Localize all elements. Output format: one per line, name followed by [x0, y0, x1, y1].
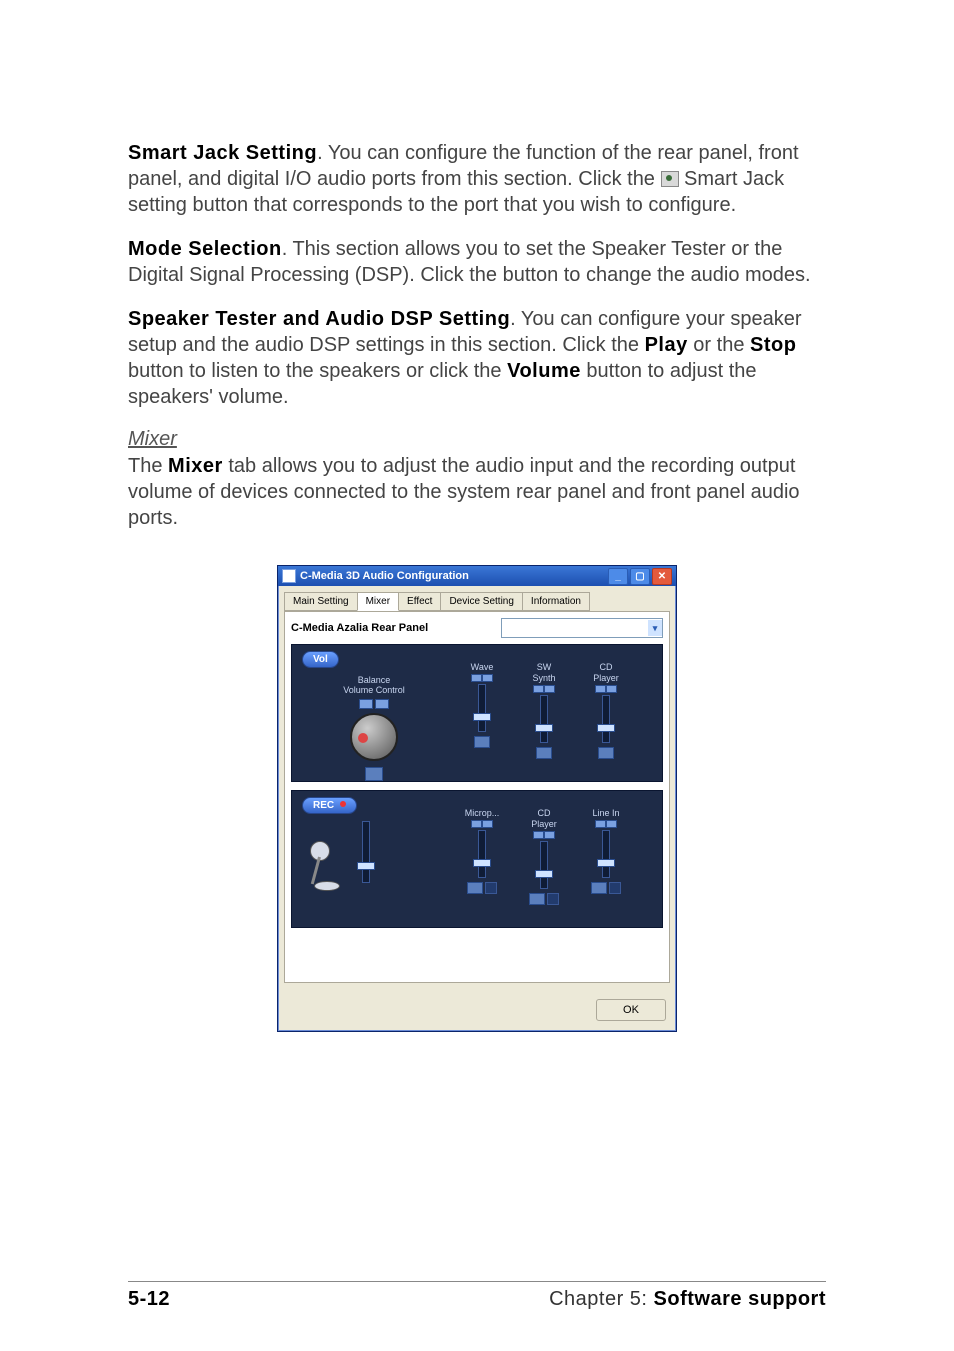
heading-smart-jack: Smart Jack Setting	[128, 142, 317, 164]
channel-volume-slider[interactable]	[540, 841, 548, 889]
channel-balance[interactable]	[595, 820, 617, 828]
playback-panel: Vol Balance Volume Control Wave	[291, 644, 663, 782]
channel-balance[interactable]	[533, 831, 555, 839]
heading-mode-selection: Mode Selection	[128, 238, 282, 260]
kw-play: Play	[645, 334, 688, 356]
channel-label: Line In	[586, 809, 626, 818]
channel-mute-button[interactable]	[474, 736, 490, 748]
channel-sw-synth: SW Synth	[524, 663, 564, 759]
channel-balance[interactable]	[471, 820, 493, 828]
master-mute-button[interactable]	[365, 767, 383, 781]
window-title: C-Media 3D Audio Configuration	[300, 570, 608, 582]
app-window: C-Media 3D Audio Configuration _ ▢ ✕ Mai…	[277, 565, 677, 1032]
balance-label: Balance	[304, 675, 444, 685]
chevron-down-icon: ▾	[648, 620, 662, 636]
titlebar: C-Media 3D Audio Configuration _ ▢ ✕	[278, 566, 676, 586]
tab-information[interactable]: Information	[522, 592, 590, 611]
master-volume-area: Balance Volume Control	[304, 675, 444, 781]
channel-sublabel: Player	[524, 820, 564, 829]
record-channels: Microp... CD Player	[462, 809, 626, 905]
close-button[interactable]: ✕	[652, 568, 672, 585]
mixer-window-image: C-Media 3D Audio Configuration _ ▢ ✕ Mai…	[277, 565, 677, 1032]
maximize-button[interactable]: ▢	[630, 568, 650, 585]
tabs: Main Setting Mixer Effect Device Setting…	[284, 592, 670, 611]
para4-text-a: The	[128, 455, 168, 477]
tab-main-setting[interactable]: Main Setting	[284, 592, 358, 611]
tab-effect[interactable]: Effect	[398, 592, 441, 611]
channel-label: CD	[586, 663, 626, 672]
channel-mute-button[interactable]	[598, 747, 614, 759]
record-master-slider-area	[362, 821, 370, 883]
channel-label: SW	[524, 663, 564, 672]
heading-speaker-tester: Speaker Tester and Audio DSP Setting	[128, 308, 510, 330]
tab-device-setting[interactable]: Device Setting	[440, 592, 522, 611]
page-footer: 5-12 Chapter 5: Software support	[128, 1281, 826, 1311]
channel-volume-slider[interactable]	[540, 695, 548, 743]
channel-volume-slider[interactable]	[602, 695, 610, 743]
page-number: 5-12	[128, 1288, 170, 1311]
playback-channels: Wave SW Synth	[462, 663, 626, 759]
record-panel: REC Microp...	[291, 790, 663, 928]
kw-volume: Volume	[507, 360, 581, 382]
chapter-pre: Chapter 5:	[549, 1288, 653, 1310]
channel-mute-button[interactable]	[536, 747, 552, 759]
channel-select-button[interactable]	[547, 893, 559, 905]
document-page: Smart Jack Setting. You can configure th…	[0, 0, 954, 1351]
channel-label: Wave	[462, 663, 502, 672]
channel-volume-slider[interactable]	[478, 830, 486, 878]
microphone-icon	[310, 841, 346, 891]
master-balance[interactable]	[359, 699, 389, 709]
ok-button[interactable]: OK	[596, 999, 666, 1021]
paragraph-mode-selection: Mode Selection. This section allows you …	[128, 236, 826, 288]
channel-mute-button[interactable]	[591, 882, 607, 894]
channel-select-button[interactable]	[485, 882, 497, 894]
channel-label: CD	[524, 809, 564, 818]
channel-label: Microp...	[462, 809, 502, 818]
record-master-slider[interactable]	[362, 821, 370, 883]
channel-mute-button[interactable]	[467, 882, 483, 894]
para3-text-c: button to listen to the speakers or clic…	[128, 360, 507, 382]
chapter-bold: Software support	[654, 1288, 826, 1310]
channel-balance[interactable]	[595, 685, 617, 693]
chapter-label: Chapter 5: Software support	[549, 1288, 826, 1311]
channel-select-button[interactable]	[609, 882, 621, 894]
section-title-mixer: Mixer	[128, 428, 826, 451]
paragraph-speaker-tester: Speaker Tester and Audio DSP Setting. Yo…	[128, 306, 826, 410]
channel-mute-button[interactable]	[529, 893, 545, 905]
vol-panel-title: Vol	[302, 651, 339, 668]
empty-area	[291, 936, 663, 976]
tab-body: C-Media Azalia Rear Panel ▾ Vol Balance …	[284, 611, 670, 983]
channel-line-in: Line In	[586, 809, 626, 905]
master-volume-knob[interactable]	[350, 713, 398, 761]
window-buttons: _ ▢ ✕	[608, 568, 672, 585]
channel-balance[interactable]	[533, 685, 555, 693]
tab-mixer[interactable]: Mixer	[357, 592, 399, 611]
rec-panel-title: REC	[302, 797, 357, 814]
device-select[interactable]: ▾	[501, 618, 663, 638]
channel-microphone: Microp...	[462, 809, 502, 905]
paragraph-mixer: The Mixer tab allows you to adjust the a…	[128, 453, 826, 531]
dialog-buttons: OK	[278, 989, 676, 1031]
minimize-button[interactable]: _	[608, 568, 628, 585]
paragraph-smart-jack: Smart Jack Setting. You can configure th…	[128, 140, 826, 218]
channel-balance[interactable]	[471, 674, 493, 682]
channel-cd-player: CD Player	[586, 663, 626, 759]
channel-volume-slider[interactable]	[602, 830, 610, 878]
channel-rec-cd-player: CD Player	[524, 809, 564, 905]
kw-stop: Stop	[750, 334, 796, 356]
para4-text-b: tab allows you to adjust the audio input…	[128, 455, 800, 529]
smart-jack-icon	[661, 171, 679, 187]
channel-sublabel: Synth	[524, 674, 564, 683]
volume-control-label: Volume Control	[304, 685, 444, 695]
kw-mixer: Mixer	[168, 455, 223, 477]
channel-sublabel: Player	[586, 674, 626, 683]
channel-wave: Wave	[462, 663, 502, 759]
device-row: C-Media Azalia Rear Panel ▾	[291, 618, 663, 638]
para3-text-b: or the	[688, 334, 750, 356]
device-label: C-Media Azalia Rear Panel	[291, 622, 428, 634]
channel-volume-slider[interactable]	[478, 684, 486, 732]
app-icon	[282, 569, 296, 583]
